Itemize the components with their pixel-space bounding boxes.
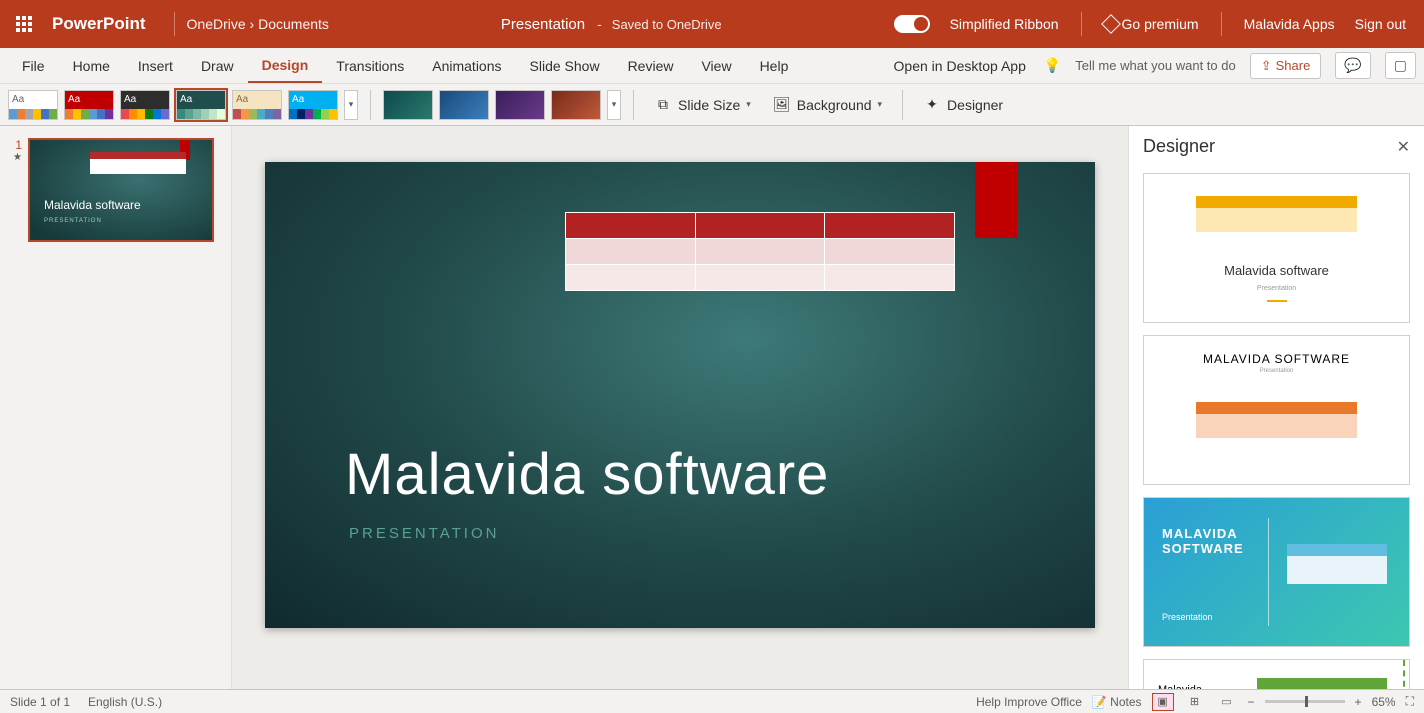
designer-icon: ✦ bbox=[923, 96, 941, 114]
slide[interactable]: Malavida software PRESENTATION bbox=[265, 162, 1095, 628]
background-button[interactable]: 🖼Background▾ bbox=[765, 92, 890, 118]
workspace: 1 ★ Malavida software PRESENTATION Malav… bbox=[0, 126, 1424, 689]
diamond-icon bbox=[1101, 14, 1121, 34]
tab-slide-show[interactable]: Slide Show bbox=[516, 50, 614, 82]
design-ideas-list[interactable]: Malavida software Presentation MALAVIDA … bbox=[1129, 167, 1424, 689]
separator bbox=[902, 90, 903, 120]
variant-4[interactable] bbox=[551, 90, 601, 120]
reading-view-button[interactable]: ▭ bbox=[1216, 693, 1238, 711]
slide-title[interactable]: Malavida software bbox=[345, 441, 829, 508]
save-status: Saved to OneDrive bbox=[612, 17, 722, 32]
fit-to-window-button[interactable]: ⛶ bbox=[1406, 694, 1414, 709]
tell-me-search[interactable]: Tell me what you want to do bbox=[1075, 58, 1235, 73]
tab-view[interactable]: View bbox=[687, 50, 745, 82]
breadcrumb[interactable]: OneDrive › Documents bbox=[187, 16, 329, 32]
separator bbox=[1221, 12, 1222, 36]
designer-title: Designer bbox=[1143, 136, 1215, 157]
variant-3[interactable] bbox=[495, 90, 545, 120]
app-launcher-icon[interactable] bbox=[8, 8, 40, 40]
chevron-down-icon: ▾ bbox=[746, 99, 751, 110]
design-idea-3[interactable]: MALAVIDA SOFTWARE Presentation bbox=[1143, 497, 1410, 647]
table-preview bbox=[90, 152, 186, 174]
app-name: PowerPoint bbox=[52, 14, 146, 34]
theme-blue[interactable]: Aa bbox=[288, 90, 338, 120]
variant-2[interactable] bbox=[439, 90, 489, 120]
slide-number: 1 bbox=[8, 138, 22, 152]
user-name[interactable]: Malavida Apps bbox=[1244, 16, 1335, 32]
sign-out-button[interactable]: Sign out bbox=[1355, 16, 1406, 32]
chevron-right-icon: › bbox=[250, 16, 255, 32]
more-themes-button[interactable]: ▾ bbox=[344, 90, 358, 120]
slide-size-icon: ⧉ bbox=[654, 96, 672, 114]
thumbnail-title: Malavida software bbox=[44, 198, 141, 212]
zoom-slider[interactable] bbox=[1265, 700, 1345, 703]
designer-header: Designer ✕ bbox=[1129, 126, 1424, 167]
theme-dark[interactable]: Aa bbox=[120, 90, 170, 120]
present-button[interactable]: ▢ bbox=[1385, 52, 1416, 79]
slide-thumbnails-pane: 1 ★ Malavida software PRESENTATION bbox=[0, 126, 232, 689]
theme-tan[interactable]: Aa bbox=[232, 90, 282, 120]
dash: - bbox=[597, 16, 602, 32]
breadcrumb-folder[interactable]: Documents bbox=[258, 16, 329, 32]
tab-help[interactable]: Help bbox=[746, 50, 803, 82]
tab-draw[interactable]: Draw bbox=[187, 50, 248, 82]
help-improve-button[interactable]: Help Improve Office bbox=[976, 695, 1082, 709]
background-icon: 🖼 bbox=[773, 96, 791, 114]
language-button[interactable]: English (U.S.) bbox=[88, 695, 162, 709]
share-button[interactable]: ⇪Share bbox=[1250, 53, 1322, 79]
tab-animations[interactable]: Animations bbox=[418, 50, 515, 82]
design-idea-2[interactable]: MALAVIDA SOFTWARE Presentation bbox=[1143, 335, 1410, 485]
normal-view-button[interactable]: ▣ bbox=[1152, 693, 1174, 711]
go-premium-button[interactable]: Go premium bbox=[1104, 16, 1199, 32]
slide-table[interactable] bbox=[565, 212, 955, 291]
theme-red[interactable]: Aa bbox=[64, 90, 114, 120]
animation-indicator-icon: ★ bbox=[13, 152, 22, 163]
tab-review[interactable]: Review bbox=[614, 50, 688, 82]
tab-file[interactable]: File bbox=[8, 50, 59, 82]
design-idea-1[interactable]: Malavida software Presentation bbox=[1143, 173, 1410, 323]
notes-button[interactable]: 📝 Notes bbox=[1092, 695, 1142, 709]
sorter-view-button[interactable]: ⊞ bbox=[1184, 693, 1206, 711]
tab-home[interactable]: Home bbox=[59, 50, 124, 82]
simplified-ribbon-toggle[interactable] bbox=[894, 15, 930, 33]
separator bbox=[1081, 12, 1082, 36]
thumbnail-row: 1 ★ Malavida software PRESENTATION bbox=[8, 138, 223, 242]
slide-canvas[interactable]: Malavida software PRESENTATION bbox=[232, 126, 1128, 689]
simplified-ribbon-label[interactable]: Simplified Ribbon bbox=[950, 16, 1059, 32]
title-bar: PowerPoint OneDrive › Documents Presenta… bbox=[0, 0, 1424, 48]
design-idea-4[interactable]: Malavida software bbox=[1143, 659, 1410, 689]
more-variants-button[interactable]: ▾ bbox=[607, 90, 621, 120]
share-icon: ⇪ bbox=[1261, 58, 1272, 74]
designer-pane: Designer ✕ Malavida software Presentatio… bbox=[1128, 126, 1424, 689]
breadcrumb-root[interactable]: OneDrive bbox=[187, 16, 246, 32]
variant-1[interactable] bbox=[383, 90, 433, 120]
separator bbox=[174, 12, 175, 36]
ribbon-tab-strip: File Home Insert Draw Design Transitions… bbox=[0, 48, 1424, 84]
slide-thumbnail-1[interactable]: Malavida software PRESENTATION bbox=[28, 138, 214, 242]
chevron-down-icon: ▾ bbox=[878, 99, 883, 110]
tab-design[interactable]: Design bbox=[248, 49, 323, 83]
tab-insert[interactable]: Insert bbox=[124, 50, 187, 82]
separator bbox=[633, 90, 634, 120]
tab-transitions[interactable]: Transitions bbox=[322, 50, 418, 82]
separator bbox=[370, 90, 371, 120]
close-icon[interactable]: ✕ bbox=[1397, 137, 1410, 157]
slide-size-button[interactable]: ⧉Slide Size▾ bbox=[646, 92, 759, 118]
slide-counter[interactable]: Slide 1 of 1 bbox=[10, 695, 70, 709]
theme-office[interactable]: Aa bbox=[8, 90, 58, 120]
zoom-in-button[interactable]: + bbox=[1355, 695, 1362, 709]
lightbulb-icon: 💡 bbox=[1044, 57, 1061, 74]
status-bar: Slide 1 of 1 English (U.S.) Help Improve… bbox=[0, 689, 1424, 713]
theme-teal-selected[interactable]: Aa bbox=[176, 90, 226, 120]
slide-subtitle[interactable]: PRESENTATION bbox=[349, 525, 499, 542]
comments-button[interactable]: 💬 bbox=[1335, 52, 1370, 79]
accent-shape[interactable] bbox=[975, 162, 1017, 238]
document-title[interactable]: Presentation bbox=[501, 16, 585, 33]
zoom-out-button[interactable]: − bbox=[1248, 695, 1255, 709]
designer-button[interactable]: ✦Designer bbox=[915, 92, 1011, 118]
ribbon-design: Aa Aa Aa Aa Aa Aa ▾ ▾ ⧉Slide Size▾ 🖼Back… bbox=[0, 84, 1424, 126]
thumbnail-subtitle: PRESENTATION bbox=[44, 218, 102, 224]
open-in-desktop-button[interactable]: Open in Desktop App bbox=[890, 50, 1030, 82]
zoom-level[interactable]: 65% bbox=[1372, 695, 1396, 709]
